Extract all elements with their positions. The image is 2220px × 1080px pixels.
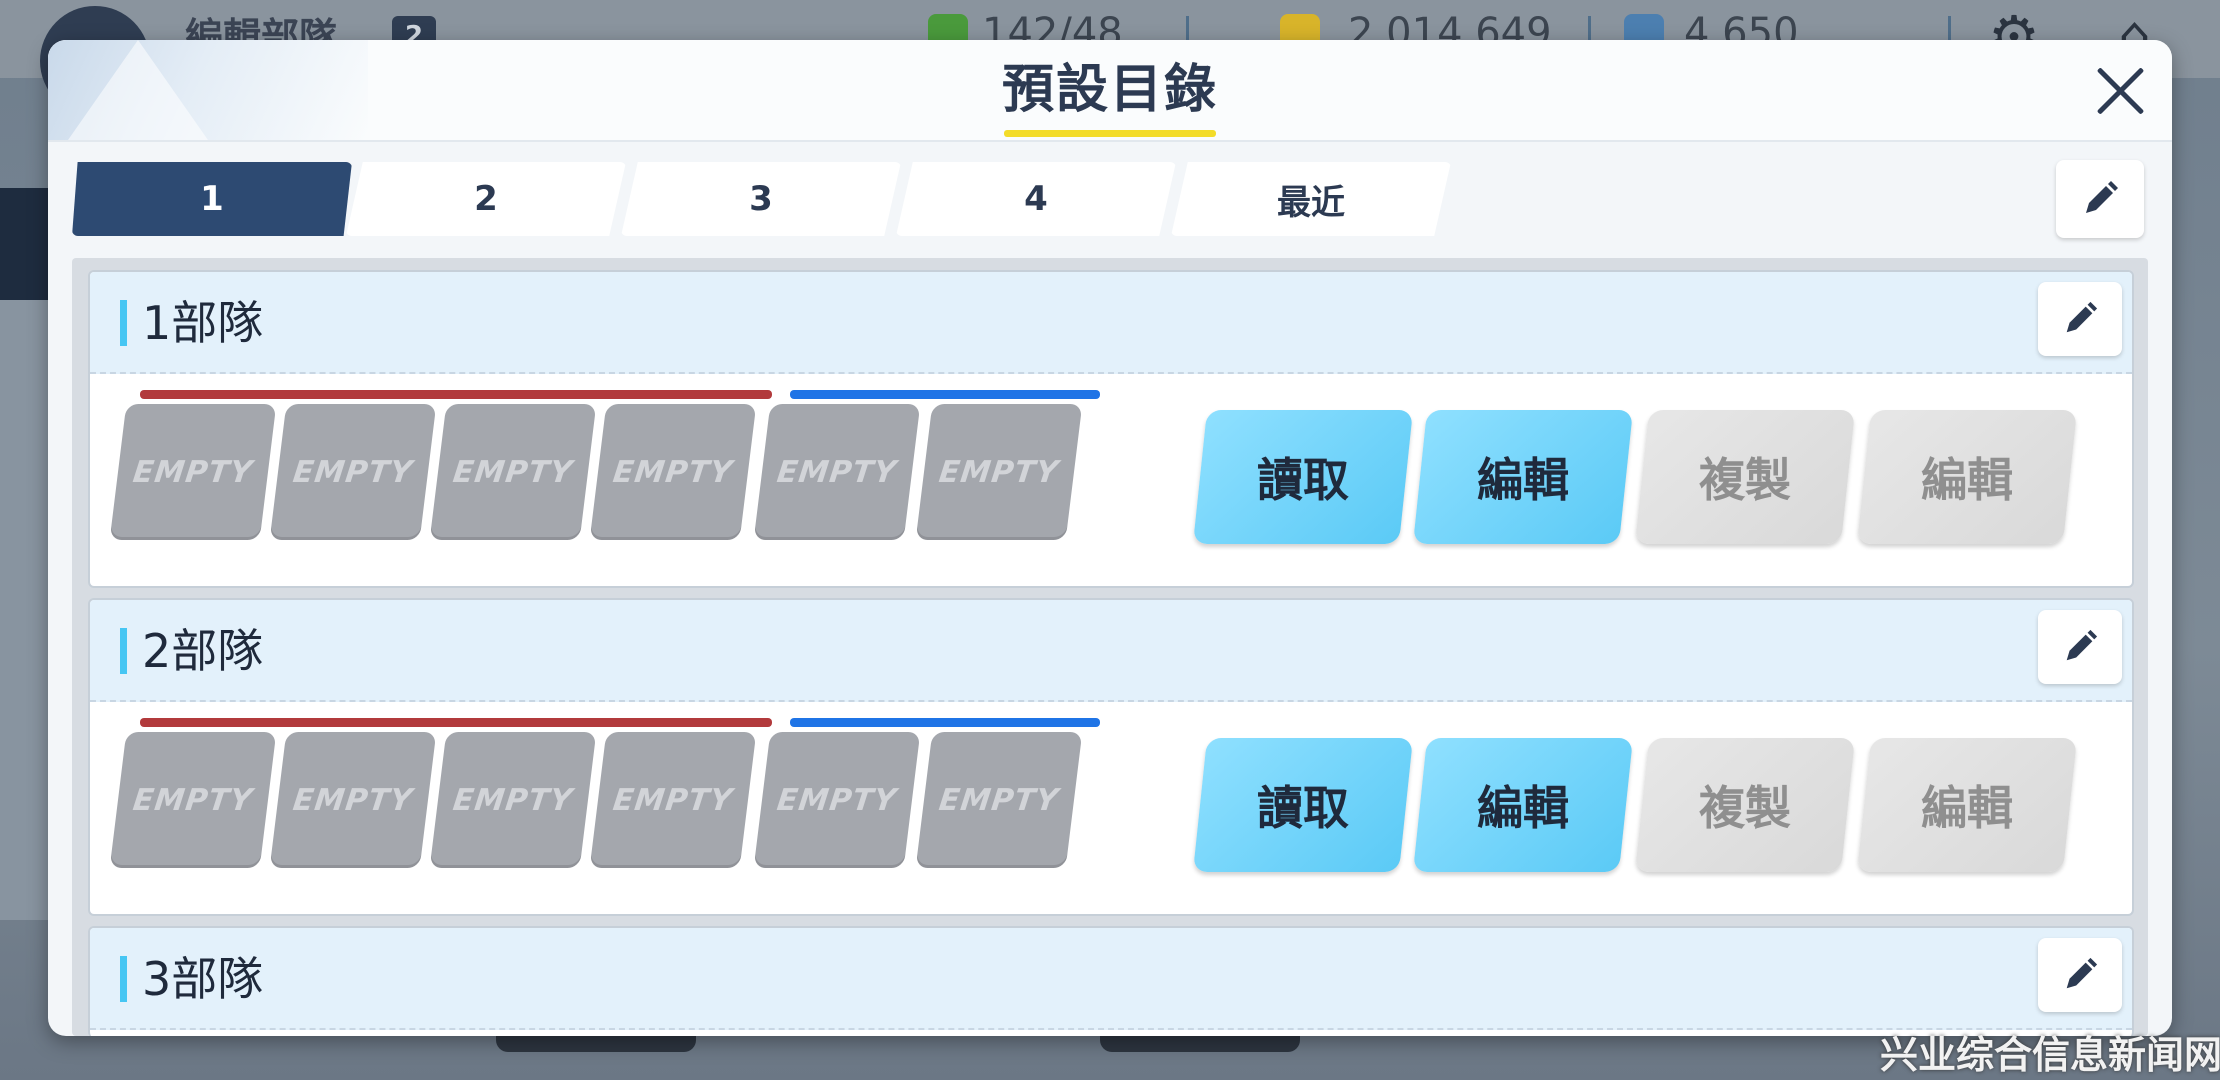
tab-recent[interactable]: 最近 — [1171, 162, 1451, 236]
member-slot[interactable]: EMPTY — [109, 404, 277, 540]
squad-accent-bar — [120, 628, 127, 674]
slot-label: EMPTY — [291, 782, 415, 818]
tab-1[interactable]: 1 — [72, 162, 352, 236]
edit-button[interactable]: 編輯 — [1412, 738, 1634, 872]
member-slot[interactable]: EMPTY — [589, 732, 757, 868]
edit-preset-name-button[interactable] — [2056, 160, 2144, 238]
edit-button-label: 編輯 — [1477, 453, 1569, 507]
squad-body: EMPTY EMPTY EMPTY EMPTY EMPTY EMPTY 讀取 編… — [90, 702, 2132, 872]
squad-card-1: 1部隊 EMPTY EMPTY EMPTY EMPTY EMPTY EMPTY … — [88, 270, 2134, 588]
pencil-icon — [2066, 629, 2098, 661]
close-button[interactable] — [2088, 58, 2152, 122]
preset-list-modal: 預設目錄 1 2 3 4 最近 1部隊 EMPTY EMPTY EMPTY EM… — [48, 40, 2172, 1036]
background-left-strip — [0, 300, 48, 920]
member-slot[interactable]: EMPTY — [269, 732, 437, 868]
striker-line — [140, 718, 772, 727]
member-slot[interactable]: EMPTY — [753, 404, 921, 540]
squad-card-2: 2部隊 EMPTY EMPTY EMPTY EMPTY EMPTY EMPTY … — [88, 598, 2134, 916]
slot-label: EMPTY — [131, 454, 255, 490]
slot-label: EMPTY — [775, 782, 899, 818]
load-button-label: 讀取 — [1257, 781, 1349, 835]
pencil-icon — [2066, 301, 2098, 333]
edit-squad-name-button[interactable] — [2038, 610, 2122, 684]
slot-label: EMPTY — [937, 454, 1061, 490]
squad-body: EMPTY EMPTY EMPTY EMPTY EMPTY EMPTY 讀取 編… — [90, 374, 2132, 544]
edit-squad-name-button[interactable] — [2038, 282, 2122, 356]
squad-name: 1部隊 — [142, 296, 264, 350]
slot-label: EMPTY — [451, 782, 575, 818]
squad-name: 2部隊 — [142, 624, 264, 678]
squad-list[interactable]: 1部隊 EMPTY EMPTY EMPTY EMPTY EMPTY EMPTY … — [72, 258, 2148, 1036]
slot-label: EMPTY — [451, 454, 575, 490]
tab-2[interactable]: 2 — [346, 162, 626, 236]
member-slot[interactable]: EMPTY — [915, 404, 1083, 540]
edit-disabled-button-label: 編輯 — [1921, 453, 2013, 507]
load-button[interactable]: 讀取 — [1192, 410, 1414, 544]
background-left-panel — [0, 188, 48, 300]
squad-name: 3部隊 — [142, 952, 264, 1006]
special-line — [790, 390, 1100, 399]
tab-4[interactable]: 4 — [896, 162, 1176, 236]
squad-header: 3部隊 — [90, 928, 2132, 1030]
copy-button-label: 複製 — [1699, 781, 1791, 835]
edit-squad-name-button[interactable] — [2038, 938, 2122, 1012]
squad-header: 1部隊 — [90, 272, 2132, 374]
slot-label: EMPTY — [611, 782, 735, 818]
striker-line — [140, 390, 772, 399]
copy-button-label: 複製 — [1699, 453, 1791, 507]
load-button[interactable]: 讀取 — [1192, 738, 1414, 872]
edit-button[interactable]: 編輯 — [1412, 410, 1634, 544]
tab-3[interactable]: 3 — [621, 162, 901, 236]
slot-label: EMPTY — [131, 782, 255, 818]
modal-title: 預設目錄 — [1001, 60, 1218, 120]
slot-label: EMPTY — [291, 454, 415, 490]
slot-label: EMPTY — [775, 454, 899, 490]
squad-card-3: 3部隊 — [88, 926, 2134, 1036]
edit-disabled-button-label: 編輯 — [1921, 781, 2013, 835]
modal-header: 預設目錄 — [48, 40, 2172, 142]
squad-accent-bar — [120, 300, 127, 346]
member-slot[interactable]: EMPTY — [429, 404, 597, 540]
member-slot[interactable]: EMPTY — [269, 404, 437, 540]
pencil-icon — [2066, 957, 2098, 989]
edit-disabled-button[interactable]: 編輯 — [1856, 738, 2078, 872]
member-slot[interactable]: EMPTY — [589, 404, 757, 540]
watermark: 兴业综合信息新闻网 — [1880, 1033, 2220, 1077]
slot-label: EMPTY — [937, 782, 1061, 818]
edit-disabled-button[interactable]: 編輯 — [1856, 410, 2078, 544]
squad-accent-bar — [120, 956, 127, 1002]
pencil-icon — [2086, 181, 2118, 213]
special-line — [790, 718, 1100, 727]
load-button-label: 讀取 — [1257, 453, 1349, 507]
copy-button[interactable]: 複製 — [1634, 738, 1856, 872]
member-slot[interactable]: EMPTY — [753, 732, 921, 868]
member-slot[interactable]: EMPTY — [915, 732, 1083, 868]
edit-button-label: 編輯 — [1477, 781, 1569, 835]
title-underline — [1004, 130, 1216, 137]
squad-header: 2部隊 — [90, 600, 2132, 702]
slot-label: EMPTY — [611, 454, 735, 490]
member-slot[interactable]: EMPTY — [109, 732, 277, 868]
member-slot[interactable]: EMPTY — [429, 732, 597, 868]
copy-button[interactable]: 複製 — [1634, 410, 1856, 544]
preset-tabs: 1 2 3 4 最近 — [72, 162, 1492, 236]
